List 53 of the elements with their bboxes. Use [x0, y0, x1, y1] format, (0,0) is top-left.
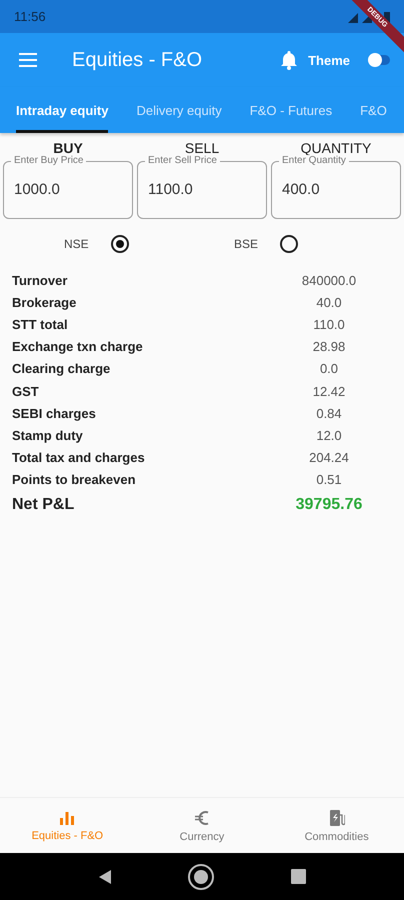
tab[interactable]: Delivery equity [136, 87, 222, 133]
result-label: Total tax and charges [12, 450, 146, 466]
fuel-pump-icon [328, 808, 345, 826]
tab[interactable]: Intraday equity [16, 87, 108, 133]
tab[interactable]: F&O [360, 87, 387, 133]
result-label: STT total [12, 316, 69, 332]
result-label: Stamp duty [12, 428, 84, 443]
result-value: 12.42 [312, 384, 346, 399]
back-icon[interactable] [98, 868, 112, 884]
result-label: Turnover [12, 272, 68, 288]
field-label: Enter Buy Price [11, 155, 86, 167]
theme-label: Theme [308, 52, 350, 68]
input-field[interactable]: Enter Sell Price 1100.0 [137, 155, 267, 219]
status-time: 11:56 [14, 9, 46, 24]
result-label: Points to breakeven [12, 472, 137, 488]
result-label: GST [12, 384, 40, 399]
result-label: Brokerage [12, 294, 78, 310]
radio-label: NSE [64, 237, 89, 251]
result-value: 40.0 [315, 294, 343, 310]
nav-item[interactable]: Currency [134, 798, 270, 853]
bar-chart-icon [59, 810, 76, 826]
result-label: Clearing charge [12, 361, 112, 376]
menu-icon[interactable] [18, 52, 38, 68]
result-value: 28.98 [312, 339, 346, 354]
app-title: Equities - F&O [72, 48, 204, 72]
home-icon[interactable] [187, 862, 216, 890]
result-value: 0.84 [315, 406, 343, 421]
net-label: Net P&L [12, 496, 76, 514]
euro-icon [192, 808, 211, 826]
result-value: 0.0 [318, 361, 340, 376]
input-field[interactable]: Enter Buy Price 1000.0 [3, 155, 133, 219]
radio-button[interactable] [280, 235, 298, 253]
input-field[interactable]: Enter Quantity 400.0 [271, 155, 401, 219]
field-label: Enter Quantity [279, 155, 349, 167]
result-value: 840000.0 [300, 272, 358, 288]
nav-item[interactable]: Commodities [269, 798, 404, 853]
nav-item[interactable]: Equities - F&O [0, 798, 135, 853]
field-heading: BUY [53, 141, 83, 155]
radio-label: BSE [234, 237, 258, 251]
net-value: 39795.76 [294, 496, 364, 514]
field-heading: QUANTITY [300, 141, 372, 155]
theme-switch[interactable] [370, 55, 390, 65]
result-label: SEBI charges [12, 406, 97, 421]
result-value: 12.0 [315, 428, 343, 443]
result-value: 110.0 [312, 316, 346, 332]
bell-icon[interactable] [280, 50, 298, 70]
radio-button[interactable] [110, 235, 129, 253]
tab[interactable]: F&O - Futures [250, 87, 332, 133]
field-heading: SELL [184, 141, 220, 155]
recents-icon[interactable] [291, 869, 306, 884]
result-value: 0.51 [315, 472, 343, 488]
result-value: 204.24 [308, 450, 350, 466]
result-label: Exchange txn charge [12, 339, 144, 354]
